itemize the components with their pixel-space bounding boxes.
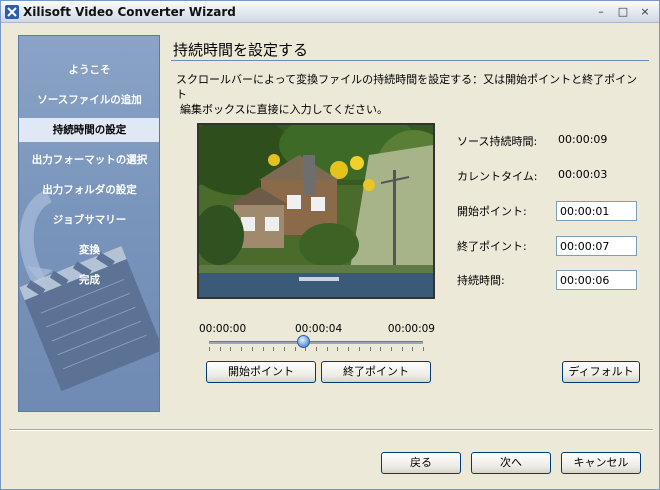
sidebar-item-job-summary: ジョブサマリー bbox=[52, 214, 127, 226]
instruction-line-2: 編集ボックスに直接に入力してください。 bbox=[180, 103, 389, 116]
duration-slider-track[interactable] bbox=[209, 341, 423, 344]
slider-tick bbox=[358, 347, 360, 351]
slider-tick bbox=[316, 347, 317, 351]
window-title: Xilisoft Video Converter Wizard bbox=[23, 5, 236, 19]
start-point-button[interactable]: 開始ポイント bbox=[206, 361, 316, 383]
end-point-input[interactable] bbox=[556, 236, 637, 256]
instruction-text: スクロールバーによって変換ファイルの持続時間を設定する：又は開始ポイントと終了ポ… bbox=[176, 72, 646, 117]
back-button[interactable]: 戻る bbox=[381, 452, 461, 474]
slider-tick bbox=[209, 347, 210, 351]
sidebar-item-add-source: ソースファイルの追加 bbox=[37, 94, 142, 106]
sidebar-item-welcome: ようこそ bbox=[68, 64, 111, 76]
wizard-window: Xilisoft Video Converter Wizard – □ × よう… bbox=[0, 0, 660, 490]
video-preview bbox=[197, 123, 435, 299]
title-divider bbox=[171, 60, 649, 61]
duration-input[interactable] bbox=[556, 270, 637, 290]
slider-tick bbox=[369, 347, 371, 351]
footer-divider-highlight bbox=[9, 430, 653, 431]
start-point-input[interactable] bbox=[556, 201, 637, 221]
sidebar-item-convert: 変換 bbox=[79, 244, 100, 256]
slider-tick bbox=[401, 347, 403, 351]
slider-tick bbox=[294, 347, 296, 351]
slider-tick bbox=[219, 347, 221, 351]
wizard-steps-sidebar: ようこそ ソースファイルの追加 持続時間の設定 出力フォーマットの選択 出力フォ… bbox=[18, 35, 160, 412]
source-duration-value: 00:00:09 bbox=[558, 133, 608, 146]
slider-tick bbox=[241, 347, 243, 351]
duration-slider-thumb[interactable] bbox=[296, 335, 310, 348]
page-title: 持続時間を設定する bbox=[173, 41, 309, 59]
current-time-value: 00:00:03 bbox=[558, 168, 608, 181]
slider-ticks bbox=[209, 347, 424, 352]
title-bar[interactable]: Xilisoft Video Converter Wizard – □ × bbox=[1, 1, 659, 23]
timeline-labels: 00:00:00 00:00:04 00:00:09 bbox=[199, 323, 435, 337]
slider-tick bbox=[283, 347, 285, 351]
timeline-end-label: 00:00:09 bbox=[387, 323, 435, 335]
sidebar-item-complete: 完成 bbox=[79, 274, 100, 286]
xilisoft-app-icon bbox=[5, 5, 19, 19]
slider-tick bbox=[230, 347, 232, 351]
video-frame-image bbox=[199, 125, 433, 297]
sidebar-item-set-duration: 持続時間の設定 bbox=[19, 118, 159, 142]
slider-tick bbox=[251, 347, 253, 351]
instruction-line-1: スクロールバーによって変換ファイルの持続時間を設定する：又は開始ポイントと終了ポ… bbox=[176, 73, 638, 101]
timeline-start-label: 00:00:00 bbox=[199, 323, 247, 335]
slider-tick bbox=[262, 347, 264, 351]
slider-tick bbox=[380, 347, 382, 351]
end-point-label: 終了ポイント: bbox=[457, 240, 527, 253]
slider-tick bbox=[337, 347, 339, 351]
maximize-button[interactable]: □ bbox=[615, 4, 631, 20]
close-button[interactable]: × bbox=[637, 4, 653, 20]
start-point-label: 開始ポイント: bbox=[457, 205, 527, 218]
cancel-button[interactable]: キャンセル bbox=[561, 452, 641, 474]
sidebar-item-output-format: 出力フォーマットの選択 bbox=[31, 154, 148, 166]
end-point-button[interactable]: 終了ポイント bbox=[321, 361, 431, 383]
timeline-current-label: 00:00:04 bbox=[295, 323, 343, 335]
sidebar-item-output-folder: 出力フォルダの設定 bbox=[42, 184, 137, 196]
slider-tick bbox=[390, 347, 392, 351]
duration-label: 持続時間: bbox=[457, 274, 505, 287]
slider-tick bbox=[348, 347, 350, 351]
slider-tick bbox=[412, 347, 414, 351]
default-button[interactable]: ディフォルト bbox=[562, 361, 640, 383]
slider-tick bbox=[273, 347, 275, 351]
next-button[interactable]: 次へ bbox=[471, 452, 551, 474]
minimize-button[interactable]: – bbox=[593, 4, 609, 20]
source-duration-label: ソース持続時間: bbox=[457, 135, 538, 148]
slider-tick bbox=[326, 347, 328, 351]
slider-tick bbox=[423, 347, 424, 351]
current-time-label: カレントタイム: bbox=[457, 170, 538, 183]
